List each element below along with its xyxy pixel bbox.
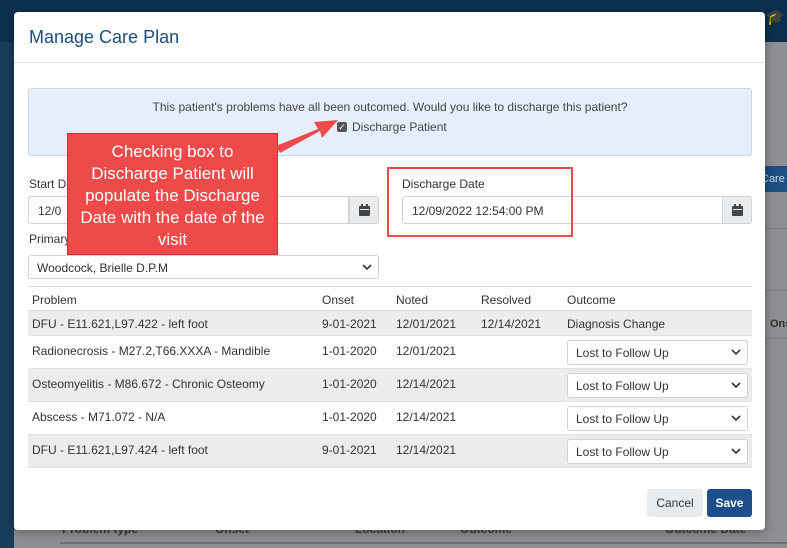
outcome-value: Lost to Follow Up [576, 379, 669, 393]
problems-table: Problem Onset Noted Resolved Outcome DFU… [28, 286, 752, 468]
start-date-calendar-button[interactable] [349, 196, 379, 224]
discharge-date-calendar-button[interactable] [722, 196, 752, 224]
discharge-patient-control[interactable]: ✓ Discharge Patient [337, 120, 447, 134]
cell-noted: 12/01/2021 [396, 317, 457, 331]
cell-outcome: Diagnosis Change [567, 317, 666, 331]
cell-onset: 1-01-2020 [322, 344, 377, 358]
calendar-icon [732, 204, 743, 216]
outcome-select[interactable]: Lost to Follow Up [567, 439, 748, 464]
alert-message: This patient's problems have all been ou… [152, 100, 628, 114]
outcome-value: Lost to Follow Up [576, 346, 669, 360]
header-noted: Noted [396, 293, 429, 307]
background-divider [764, 290, 787, 291]
chevron-down-icon [362, 264, 372, 271]
header-problem: Problem [32, 293, 77, 307]
chevron-down-icon [731, 415, 741, 422]
table-row: Osteomyelitis - M86.672 - Chronic Osteom… [28, 369, 752, 402]
app-sidebar [0, 42, 14, 548]
table-row: Abscess - M71.072 - N/A 1-01-2020 12/14/20… [28, 402, 752, 435]
header-outcome: Outcome [567, 293, 616, 307]
chevron-down-icon [731, 448, 741, 455]
cell-problem: Radionecrosis - M27.2,T66.XXXA - Mandibl… [32, 344, 271, 358]
header-resolved: Resolved [481, 293, 532, 307]
primary-provider-select[interactable]: Woodcock, Brielle D.P.M [28, 255, 379, 279]
outcome-value: Lost to Follow Up [576, 412, 669, 426]
cell-resolved: 12/14/2021 [481, 317, 542, 331]
cell-noted: 12/14/2021 [396, 377, 457, 391]
table-row: DFU - E11.621,L97.422 - left foot 9-01-20… [28, 311, 752, 336]
table-row: DFU - E11.621,L97.424 - left foot 9-01-20… [28, 435, 752, 468]
outcome-select[interactable]: Lost to Follow Up [567, 373, 748, 398]
background-divider [764, 228, 787, 229]
save-button[interactable]: Save [707, 489, 752, 517]
cell-onset: 1-01-2020 [322, 377, 377, 391]
manage-care-plan-modal: Manage Care Plan This patient's problems… [14, 12, 765, 530]
modal-title: Manage Care Plan [29, 27, 180, 47]
discharge-patient-checkbox[interactable]: ✓ [337, 122, 347, 132]
cell-onset: 9-01-2021 [322, 317, 377, 331]
cell-noted: 12/14/2021 [396, 410, 457, 424]
background-divider [764, 338, 787, 339]
cell-onset: 9-01-2021 [322, 443, 377, 457]
annotation-callout: Checking box to Discharge Patient will p… [67, 133, 278, 255]
table-header: Problem Onset Noted Resolved Outcome [28, 286, 752, 311]
discharge-date-highlight [387, 167, 573, 237]
chevron-down-icon [731, 349, 741, 356]
cell-onset: 1-01-2020 [322, 410, 377, 424]
cell-problem: Osteomyelitis - M86.672 - Chronic Osteom… [32, 377, 265, 391]
background-divider [60, 542, 787, 544]
header-onset: Onset [322, 293, 355, 307]
outcome-select[interactable]: Lost to Follow Up [567, 340, 748, 365]
discharge-patient-label[interactable]: Discharge Patient [352, 120, 447, 134]
cancel-button[interactable]: Cancel [647, 489, 703, 517]
background-column-label: Ons [770, 318, 787, 330]
modal-header-divider [14, 62, 765, 63]
cell-problem: DFU - E11.621,L97.424 - left foot [32, 443, 208, 457]
graduation-cap-icon: 🎓 [766, 9, 785, 26]
outcome-value: Lost to Follow Up [576, 445, 669, 459]
chevron-down-icon [731, 382, 741, 389]
outcome-select[interactable]: Lost to Follow Up [567, 406, 748, 431]
cell-problem: Abscess - M71.072 - N/A [32, 410, 166, 424]
cell-problem: DFU - E11.621,L97.422 - left foot [32, 317, 208, 331]
table-row: Radionecrosis - M27.2,T66.XXXA - Mandibl… [28, 336, 752, 369]
primary-provider-value: Woodcock, Brielle D.P.M [37, 261, 168, 275]
cell-noted: 12/14/2021 [396, 443, 457, 457]
calendar-icon [359, 204, 370, 216]
primary-label: Primary [29, 232, 71, 246]
cell-noted: 12/01/2021 [396, 344, 457, 358]
